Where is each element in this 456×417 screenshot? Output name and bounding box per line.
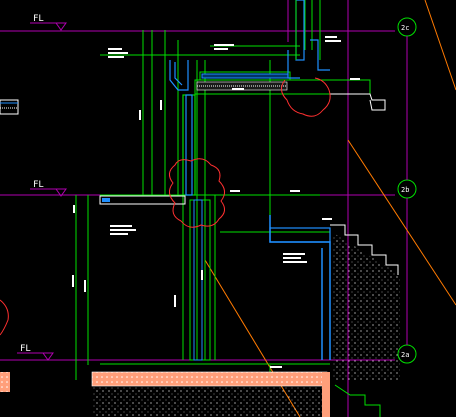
top-wall-lines (295, 0, 321, 60)
grid-label-2b: 2b (401, 186, 409, 194)
fl-marker-bottom: FL (17, 344, 54, 361)
grid-bubble-2c: 2c (397, 17, 417, 37)
grid-label-2a: 2a (401, 351, 409, 359)
section-drawing: FL FL FL 2c 2b 2a (0, 0, 456, 417)
cad-drawing-canvas: FL FL FL 2c 2b 2a (0, 0, 456, 417)
fl-marker-top: FL (30, 14, 67, 31)
grid-bubble-2a: 2a (397, 344, 417, 364)
grid-bubble-2b: 2b (397, 179, 417, 199)
earth-hatch (91, 232, 400, 417)
grid-label-2c: 2c (401, 24, 409, 32)
left-edge-detail (0, 99, 19, 392)
fl-marker-mid: FL (30, 180, 67, 197)
upper-wall-detail (169, 0, 330, 196)
